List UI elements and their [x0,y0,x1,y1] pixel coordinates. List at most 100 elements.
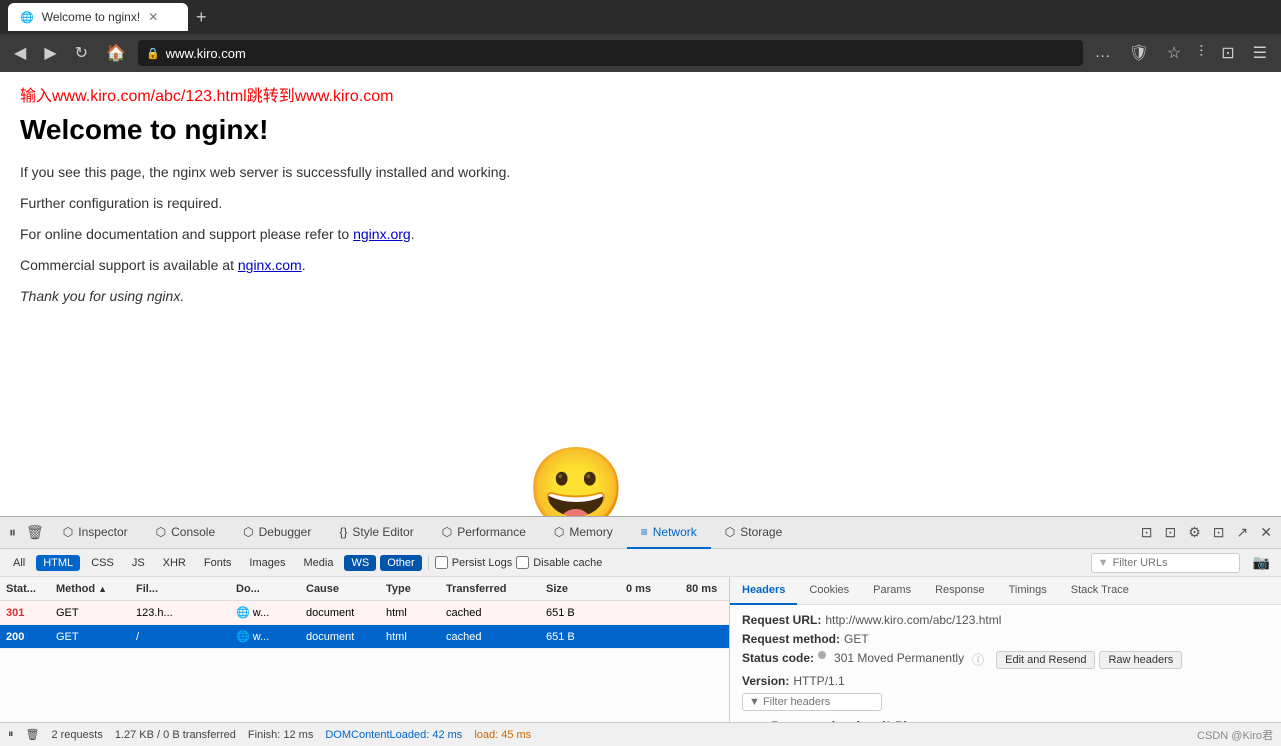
persist-logs-text: Persist Logs [452,557,513,569]
nginx-com-link[interactable]: nginx.com [238,257,302,273]
tab-close-btn[interactable]: ✕ [148,10,158,24]
network-icon: ≡ [641,525,648,539]
tab-memory-label: Memory [569,525,612,539]
home-btn[interactable]: 🏠 [100,39,132,67]
filter-js-btn[interactable]: JS [125,555,152,571]
row2-type: html [380,631,440,643]
split-view-btn[interactable]: ⊡ [1136,522,1158,543]
settings-btn[interactable]: ⚙ [1183,522,1206,543]
network-toolbar: All HTML CSS JS XHR Fonts Images Media W… [0,549,1281,577]
tab-bar: 🌐 Welcome to nginx! ✕ + [0,0,1281,34]
request-url-row: Request URL: http://www.kiro.com/abc/123… [742,613,1269,627]
row2-status: 200 [0,631,50,643]
col-file: Fil... [130,583,230,595]
col-transferred: Transferred [440,583,540,595]
screenshot-btn[interactable]: 📷 [1248,552,1275,573]
detail-tab-bar: Headers Cookies Params Response Timings … [730,577,1281,605]
network-body: Stat... Method ▲ Fil... Do... Cause Type… [0,577,1281,722]
filter-headers-input[interactable] [742,693,882,711]
new-tab-btn[interactable]: + [192,3,211,32]
tab-console[interactable]: ⬡ Console [142,517,230,549]
dock-btn[interactable]: ⊡ [1208,522,1230,543]
page-p2: Further configuration is required. [20,193,1261,214]
filter-css-btn[interactable]: CSS [84,555,121,571]
filter-html-btn[interactable]: HTML [36,555,80,571]
request-method-value: GET [844,632,869,646]
nav-bar: ◀ ▶ ↻ 🏠 🔒 … 🛡 ☆ ⫶ ⊡ ☰ [0,34,1281,72]
persist-logs-label[interactable]: Persist Logs [435,556,513,569]
transferred-size: 1.27 KB / 0 B transferred [115,729,236,741]
filter-images-btn[interactable]: Images [242,555,292,571]
devtools-tab-bar: ⏸ 🗑 ⬡ Inspector ⬡ Console ⬡ Debugger {} … [0,517,1281,549]
detail-timings-label: Timings [1009,584,1047,596]
tab-inspector-label: Inspector [78,525,127,539]
reload-btn[interactable]: ↻ [69,39,94,67]
devtools: ⏸ 🗑 ⬡ Inspector ⬡ Console ⬡ Debugger {} … [0,516,1281,746]
edit-resend-btn[interactable]: Edit and Resend [996,651,1095,669]
disable-cache-checkbox[interactable] [516,556,529,569]
status-help-icon[interactable]: ⓘ [972,651,984,669]
tab-debugger[interactable]: ⬡ Debugger [229,517,325,549]
shield-btn[interactable]: 🛡 [1123,39,1155,67]
detail-tab-response[interactable]: Response [923,577,997,605]
detail-response-label: Response [935,584,985,596]
row2-domain: 🌐 w... [230,630,300,643]
request-url-label: Request URL: [742,613,821,627]
filter-media-btn[interactable]: Media [296,555,340,571]
statusbar-pause-icon[interactable]: ⏸ [8,728,14,741]
forward-btn[interactable]: ▶ [38,39,62,67]
method-sort-icon: ▲ [98,584,107,594]
bookmark-btn[interactable]: ☆ [1161,39,1187,67]
status-code-row: Status code: 301 Moved Permanently ⓘ Edi… [742,651,1269,669]
col-status: Stat... [0,583,50,595]
console-icon: ⬡ [156,525,166,539]
tab-inspector[interactable]: ⬡ Inspector [49,517,142,549]
back-btn[interactable]: ◀ [8,39,32,67]
tab-storage-label: Storage [740,525,782,539]
col-method[interactable]: Method ▲ [50,583,130,595]
filter-ws-btn[interactable]: WS [344,555,376,571]
filter-separator [428,556,429,570]
disable-cache-label[interactable]: Disable cache [516,556,602,569]
persist-logs-checkbox[interactable] [435,556,448,569]
detail-tab-params[interactable]: Params [861,577,923,605]
raw-headers-btn[interactable]: Raw headers [1099,651,1182,669]
devtools-clear-btn[interactable]: 🗑 [21,522,49,543]
table-row[interactable]: 301 GET 123.h... 🌐 w... document html ca… [0,601,729,625]
pop-out-btn[interactable]: ↗ [1232,522,1254,543]
detail-tab-headers[interactable]: Headers [730,577,797,605]
tab-storage[interactable]: ⬡ Storage [711,517,797,549]
active-tab[interactable]: 🌐 Welcome to nginx! ✕ [8,3,188,31]
devtools-pause-btn[interactable]: ⏸ [4,522,21,543]
hamburger-btn[interactable]: ☰ [1247,39,1273,67]
nginx-org-link[interactable]: nginx.org [353,226,411,242]
filter-fonts-btn[interactable]: Fonts [197,555,239,571]
sidebar-btn[interactable]: ⊡ [1215,39,1240,67]
table-row[interactable]: 200 GET / 🌐 w... document html cached 65… [0,625,729,649]
detail-tab-cookies[interactable]: Cookies [797,577,861,605]
page-content: 输入www.kiro.com/abc/123.html跳转到www.kiro.c… [0,72,1281,516]
requests-count: 2 requests [51,729,102,741]
statusbar-trash-icon[interactable]: 🗑 [26,728,40,741]
tab-style-editor[interactable]: {} Style Editor [325,517,427,549]
filter-xhr-btn[interactable]: XHR [156,555,193,571]
tab-network[interactable]: ≡ Network [627,517,711,549]
devtools-actions: ⊡ ⊡ ⚙ ⊡ ↗ ✕ [1136,522,1277,543]
detail-cookies-label: Cookies [809,584,849,596]
tab-memory[interactable]: ⬡ Memory [540,517,627,549]
nav-menu-btn[interactable]: … [1089,39,1117,67]
performance-icon: ⬡ [442,525,452,539]
row1-size: 651 B [540,607,620,619]
filter-urls-input[interactable] [1113,557,1233,569]
filter-other-btn[interactable]: Other [380,555,422,571]
col-type: Type [380,583,440,595]
library-btn[interactable]: ⫶ [1193,39,1209,67]
tab-performance[interactable]: ⬡ Performance [428,517,540,549]
address-input[interactable] [166,46,1075,61]
row1-transferred: cached [440,607,540,619]
filter-all-btn[interactable]: All [6,555,32,571]
detail-tab-stack-trace[interactable]: Stack Trace [1059,577,1141,605]
close-devtools-btn[interactable]: ✕ [1255,522,1277,543]
detail-tab-timings[interactable]: Timings [997,577,1059,605]
responsive-btn[interactable]: ⊡ [1160,522,1182,543]
